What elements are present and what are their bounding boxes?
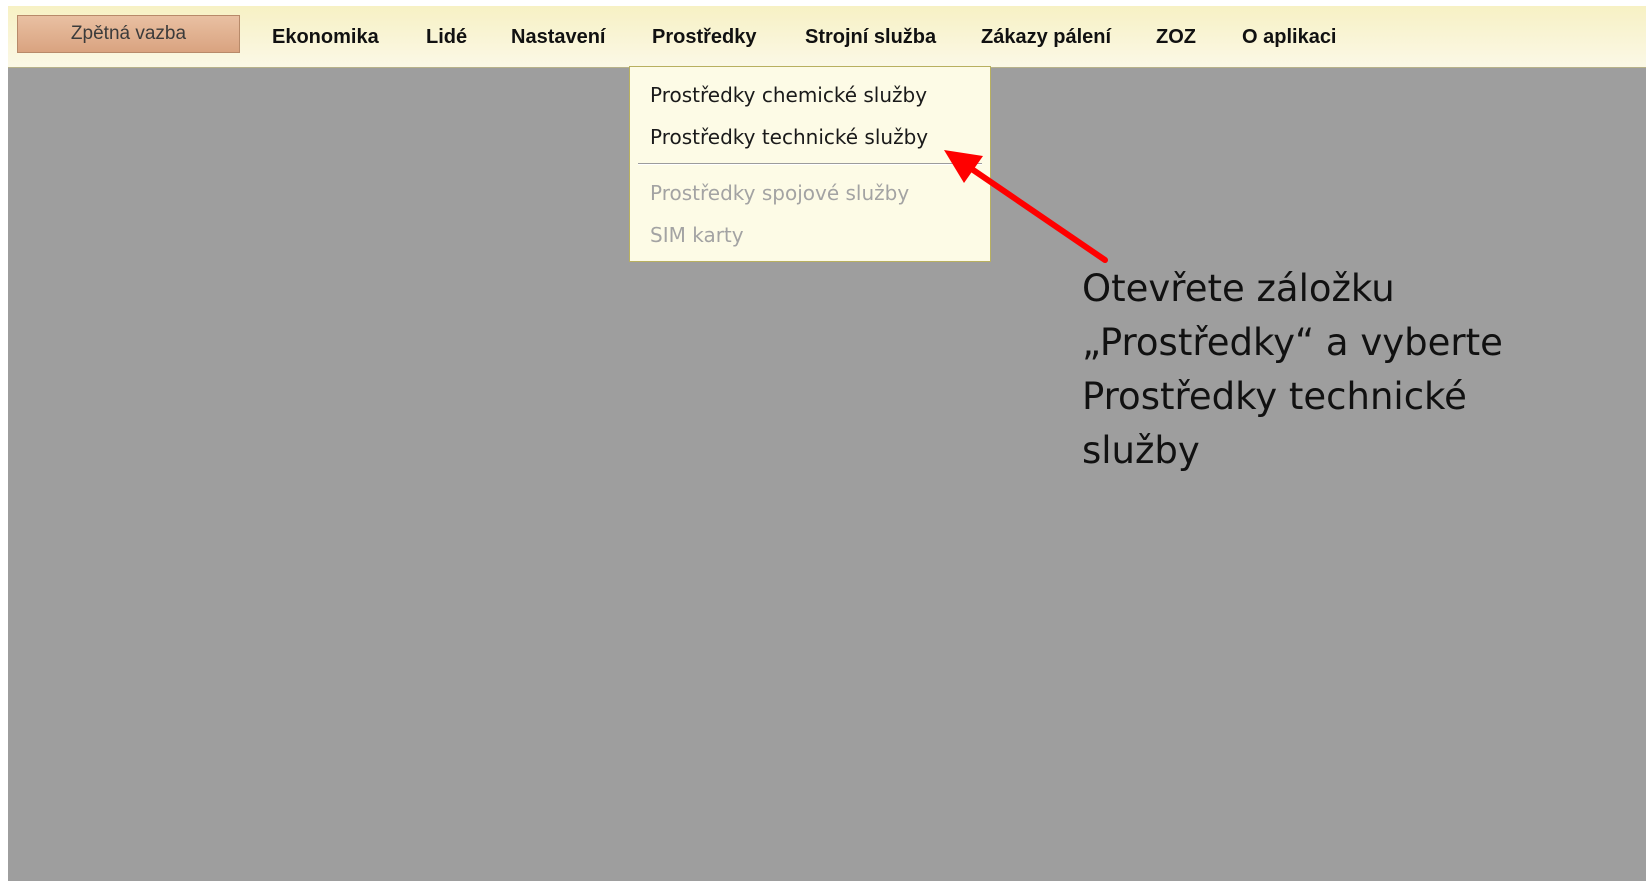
application-workspace: Zpětná vazba Ekonomika Lidé Nastavení Pr…: [8, 6, 1646, 881]
annotation-line-3: Prostředky technické: [1082, 375, 1467, 418]
menu-strojni-sluzba[interactable]: Strojní služba: [805, 6, 936, 68]
annotation-line-2: „Prostředky“ a vyberte: [1082, 321, 1503, 364]
menu-lide[interactable]: Lidé: [426, 6, 467, 68]
annotation-text: Otevřete záložku „Prostředky“ a vyberte …: [1082, 262, 1552, 478]
menu-zakazy-paleni[interactable]: Zákazy pálení: [981, 6, 1111, 68]
annotation-line-1: Otevřete záložku: [1082, 267, 1395, 310]
main-menu-bar: Zpětná vazba Ekonomika Lidé Nastavení Pr…: [8, 6, 1646, 68]
dropdown-item-technicke-sluzby[interactable]: Prostředky technické služby: [650, 119, 928, 155]
menu-o-aplikaci[interactable]: O aplikaci: [1242, 6, 1337, 68]
page: Zpětná vazba Ekonomika Lidé Nastavení Pr…: [0, 0, 1646, 881]
dropdown-item-spojove-sluzby: Prostředky spojové služby: [650, 181, 910, 205]
dropdown-separator: [638, 163, 982, 165]
prostredky-dropdown-menu: Prostředky chemické služby Prostředky te…: [629, 66, 991, 262]
menu-ekonomika[interactable]: Ekonomika: [272, 6, 379, 68]
dropdown-item-sim-karty: SIM karty: [650, 223, 744, 247]
feedback-button[interactable]: Zpětná vazba: [17, 15, 240, 53]
dropdown-item-chemicke-sluzby[interactable]: Prostředky chemické služby: [650, 77, 927, 113]
menu-zoz[interactable]: ZOZ: [1156, 6, 1196, 68]
menu-nastaveni[interactable]: Nastavení: [511, 6, 606, 68]
menu-prostredky[interactable]: Prostředky: [652, 6, 757, 68]
annotation-line-4: služby: [1082, 429, 1200, 472]
